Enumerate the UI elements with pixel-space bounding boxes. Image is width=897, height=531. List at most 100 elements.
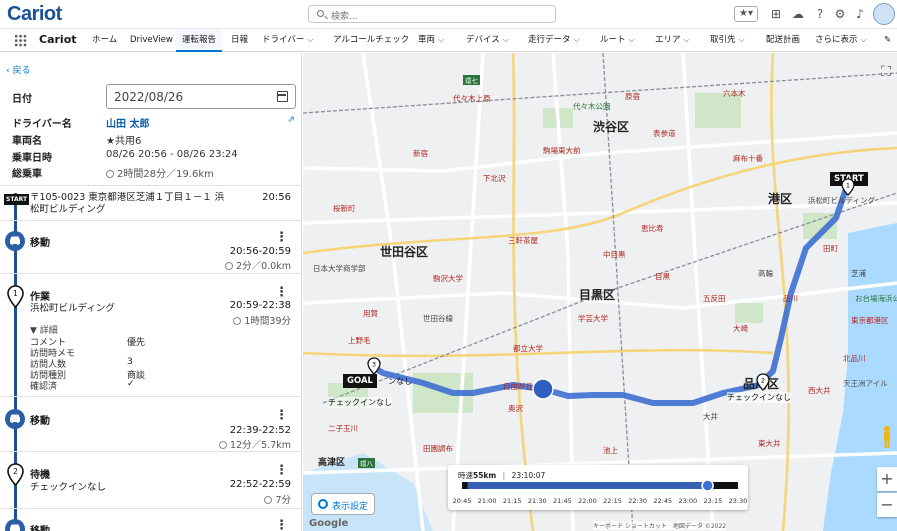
event-menu-kebab[interactable]: ⋮ [275, 231, 288, 244]
display-settings-button[interactable]: 表示設定 [311, 493, 375, 515]
nav-tab-accounts[interactable]: 取引先 ⌵ [710, 29, 745, 52]
chevron-down-icon: ⌵ [860, 35, 867, 44]
divider [0, 508, 301, 509]
chevron-down-icon: ⌵ [502, 35, 509, 44]
map-label: 世田谷線 [423, 314, 453, 323]
map-label: 東大井 [758, 439, 781, 448]
google-logo: Google [309, 518, 349, 529]
timeline-tick-label: 23:00 [678, 497, 697, 505]
report-detail-panel: ‹ 戻る 日付 2022/08/26 ドライバー名 山田 太郎 ⇗ 車両名 ★共… [0, 53, 302, 531]
zoom-out-button[interactable]: − [877, 493, 897, 517]
user-avatar[interactable] [873, 3, 895, 25]
event-duration: 2分／0.0km [236, 261, 291, 272]
timeline-tick-label: 22:30 [628, 497, 647, 505]
playback-timeline[interactable]: 20:45 21:00 21:15 21:30 21:45 22:00 22:15 22:30… [448, 478, 748, 510]
map-marker-3[interactable]: 3 [367, 357, 381, 375]
nav-tab-route[interactable]: ルート ⌵ [600, 29, 635, 52]
date-value: 2022/08/26 [114, 90, 184, 104]
detail-value: 優先 [127, 338, 146, 348]
chevron-down-icon: ⌵ [628, 35, 635, 44]
help-question-icon[interactable]: ? [812, 6, 828, 22]
notification-bell-icon[interactable]: ♪ [852, 6, 868, 22]
nav-tab-vehicle[interactable]: 車両 ⌵ [418, 29, 444, 52]
cloud-setup-icon[interactable]: ☁ [790, 6, 806, 22]
map-label: 中目黒 [603, 250, 626, 259]
global-search-input[interactable]: 検索... [308, 5, 556, 23]
zoom-in-button[interactable]: + [877, 467, 897, 491]
clock-icon [106, 170, 114, 178]
event-time: 22:52-22:59 [229, 479, 291, 490]
event-menu-kebab[interactable]: ⋮ [275, 286, 288, 299]
gear-icon[interactable]: ⚙ [832, 6, 848, 22]
date-field[interactable]: 2022/08/26 [106, 84, 296, 109]
add-plus-icon[interactable]: ⊞ [768, 6, 784, 22]
nav-tab-driveview[interactable]: DriveView [130, 29, 173, 52]
map-label: 下北沢 [483, 174, 506, 183]
chevron-down-icon: ⌵ [573, 35, 580, 44]
detail-value: ✓ [127, 379, 135, 389]
cariot-logo[interactable]: Cariot [7, 3, 62, 26]
search-icon [317, 10, 324, 17]
calendar-icon[interactable] [277, 91, 288, 102]
nav-tab-daily-report[interactable]: 日報 [231, 29, 248, 52]
map-label: 五反田 [703, 294, 726, 303]
map-label: 芝浦 [851, 269, 866, 278]
map-label: 原宿 [625, 92, 640, 101]
external-link-icon[interactable]: ⇗ [287, 115, 295, 125]
nav-tab-device[interactable]: デバイス ⌵ [466, 29, 509, 52]
event-menu-kebab[interactable]: ⋮ [275, 464, 288, 477]
timeline-tick-label: 22:15 [603, 497, 622, 505]
nav-tab-alcohol-check[interactable]: アルコールチェック [333, 29, 409, 52]
global-header: Cariot 検索... ★▾ ⊞ ☁ ? ⚙ ♪ [0, 0, 897, 29]
timeline-tick-label: 22:00 [578, 497, 597, 505]
nav-tab-drive-data[interactable]: 走行データ ⌵ [528, 29, 580, 52]
nav-tab-more[interactable]: さらに表示 ⌵ [815, 29, 867, 52]
timeline-thumb[interactable] [701, 479, 714, 492]
display-settings-label: 表示設定 [332, 502, 369, 512]
map-label: 池上 [603, 446, 618, 455]
vehicle-label: 車両名 [12, 136, 42, 147]
nav-tab-driving-report[interactable]: 運転報告 [176, 29, 223, 52]
ward-label: 港区 [768, 192, 793, 206]
event-menu-kebab[interactable]: ⋮ [275, 409, 288, 422]
map-pin-icon: 2 [7, 463, 24, 486]
map-label: 自由が丘 [503, 382, 533, 391]
driver-name-link[interactable]: 山田 太郎 [106, 115, 149, 130]
map-pin-icon: 1 [7, 285, 24, 308]
map-label: 二子玉川 [328, 424, 358, 433]
chevron-down-icon: ⌵ [307, 35, 314, 44]
road-tag: 環八 [358, 458, 375, 468]
search-placeholder: 検索... [331, 12, 358, 22]
back-link[interactable]: ‹ 戻る [6, 63, 30, 76]
ride-datetime-label: 乗車日時 [12, 153, 52, 164]
fullscreen-icon[interactable]: ⛶ [877, 63, 895, 81]
driver-label: ドライバー名 [12, 119, 72, 130]
event-time: 20:59-22:38 [229, 300, 291, 311]
map-marker-2[interactable]: 2 [756, 373, 770, 391]
nav-tab-home[interactable]: ホーム [92, 29, 117, 52]
map-label: 東京都港区 [851, 316, 889, 325]
nav-tab-driver[interactable]: ドライバー ⌵ [262, 29, 313, 52]
map-label: 高輪 [758, 269, 773, 278]
clock-icon [233, 317, 242, 325]
favorites-star-icon[interactable]: ★▾ [734, 6, 758, 22]
edit-pencil-icon[interactable]: ✎ [884, 29, 891, 52]
playback-control[interactable]: 時速55km | 23:10:07 20:45 21:00 21:15 21:30 21… [448, 465, 748, 510]
street-view-pegman-icon[interactable] [881, 425, 893, 449]
map-label: 田園調布 [423, 444, 453, 453]
map-label: 代々木公園 [573, 102, 611, 111]
event-time: 22:39-22:52 [229, 425, 291, 436]
start-badge: START [4, 194, 30, 205]
event-place: 浜松町ビルディング [30, 303, 115, 314]
route-map[interactable]: 渋谷区 港区 世田谷区 目黒区 品川区 浜松町ビルディング 高輪 品川 東京都港… [303, 53, 897, 531]
map-label: 奥沢 [508, 404, 523, 413]
svg-text:1: 1 [846, 182, 850, 190]
nav-tab-area[interactable]: エリア ⌵ [655, 29, 690, 52]
map-label: 品川 [783, 294, 798, 303]
start-time: 20:56 [262, 192, 291, 203]
map-marker-1[interactable]: 1 [841, 178, 855, 196]
ward-label: 渋谷区 [593, 120, 630, 134]
nav-tab-delivery-plan[interactable]: 配送計画 [766, 29, 800, 52]
app-launcher-icon[interactable] [14, 34, 27, 47]
event-menu-kebab[interactable]: ⋮ [275, 519, 288, 531]
